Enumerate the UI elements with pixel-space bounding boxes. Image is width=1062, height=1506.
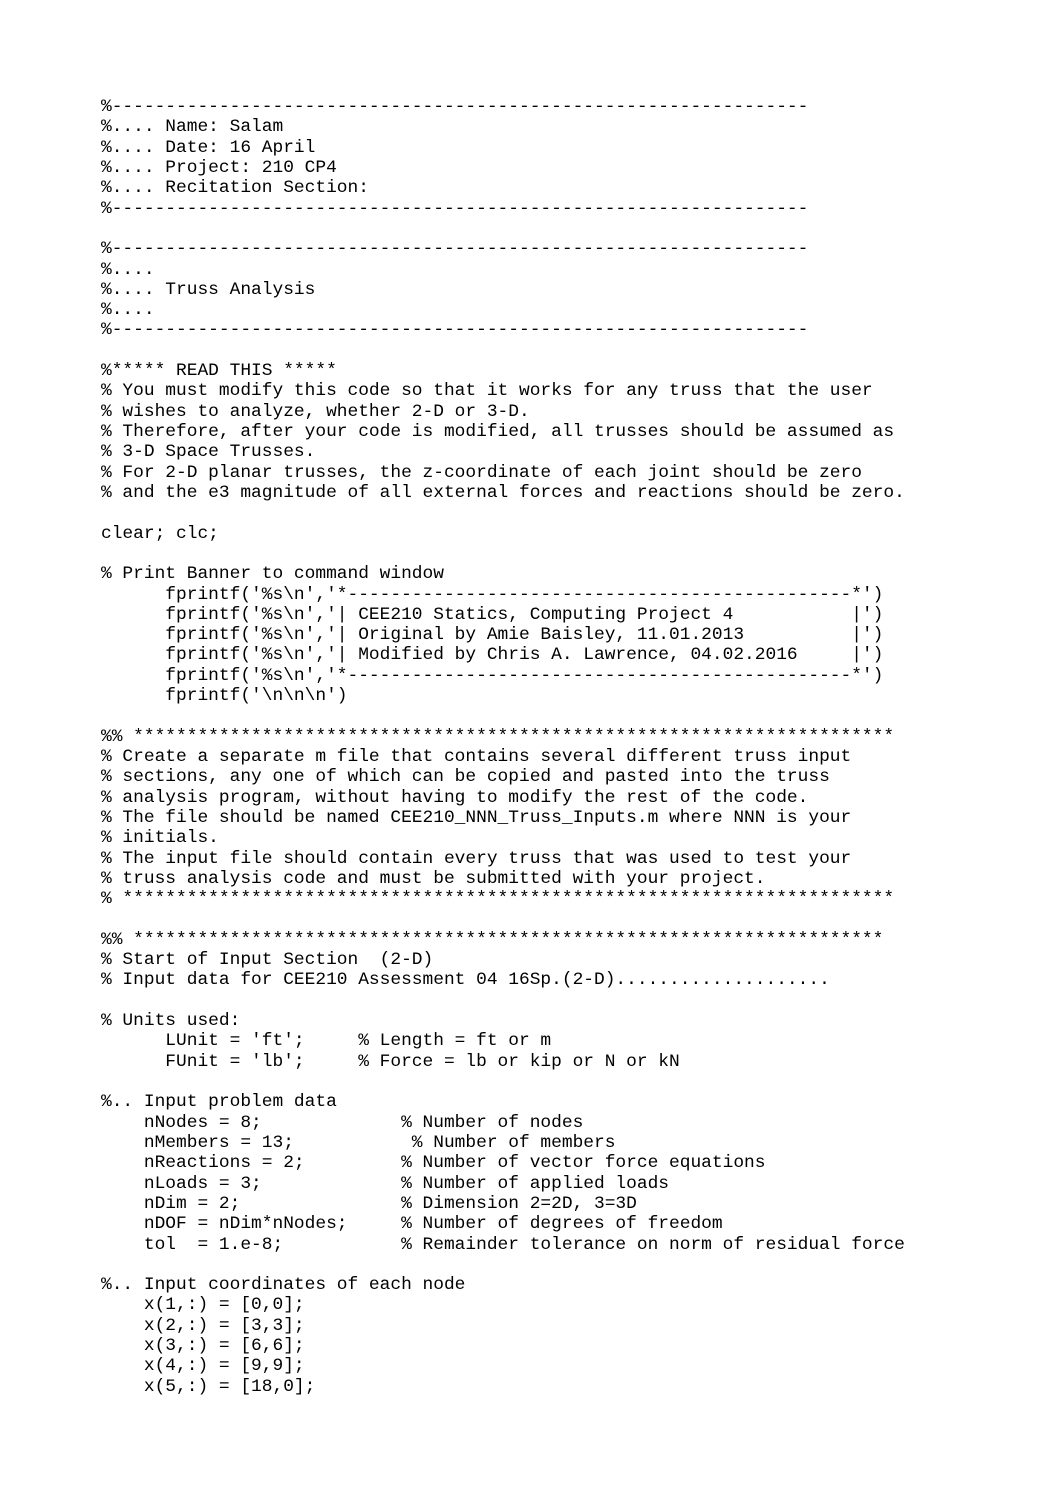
title-spacer-top: %.... (101, 259, 155, 280)
read-this-line: % You must modify this code so that it w… (101, 381, 873, 402)
instructions-line: % truss analysis code and must be submit… (101, 868, 766, 889)
header-project-line: %.... Project: 210 CP4 (101, 157, 337, 178)
problem-data-members: nMembers = 13; % Number of members (101, 1132, 616, 1153)
coordinate-line: x(5,:) = [18,0]; (101, 1376, 316, 1397)
problem-data-dof: nDOF = nDim*nNodes; % Number of degrees … (101, 1214, 723, 1235)
problem-data-tol: tol = 1.e-8; % Remainder tolerance on no… (101, 1234, 905, 1255)
title-rule-top: %---------------------------------------… (101, 239, 809, 260)
banner-fprintf-line: fprintf('%s\n','*-----------------------… (101, 665, 884, 686)
units-length-line: LUnit = 'ft'; % Length = ft or m (101, 1031, 552, 1052)
clear-command-line: clear; clc; (101, 523, 219, 544)
instructions-rule-bottom: % **************************************… (101, 889, 895, 910)
read-this-line: % For 2-D planar trusses, the z-coordina… (101, 462, 862, 483)
input-section-start-line: % Start of Input Section (2-D) (101, 950, 434, 971)
title-line: %.... Truss Analysis (101, 279, 316, 300)
read-this-line: % wishes to analyze, whether 2-D or 3-D. (101, 401, 530, 422)
title-spacer-bottom: %.... (101, 300, 155, 321)
read-this-line: % 3-D Space Trusses. (101, 442, 316, 463)
coordinates-comment: %.. Input coordinates of each node (101, 1275, 466, 1296)
instructions-line: % initials. (101, 828, 219, 849)
banner-fprintf-line: fprintf('%s\n','| Modified by Chris A. L… (101, 645, 884, 666)
read-this-heading: %***** READ THIS ***** (101, 361, 337, 382)
header-name-line: %.... Name: Salam (101, 117, 284, 138)
units-force-line: FUnit = 'lb'; % Force = lb or kip or N o… (101, 1051, 680, 1072)
instructions-line: % Create a separate m file that contains… (101, 747, 852, 767)
problem-data-loads: nLoads = 3; % Number of applied loads (101, 1173, 670, 1194)
read-this-line: % and the e3 magnitude of all external f… (101, 482, 905, 503)
read-this-line: % Therefore, after your code is modified… (101, 422, 895, 442)
instructions-line: % analysis program, without having to mo… (101, 787, 809, 808)
header-rule-top: %---------------------------------------… (101, 97, 809, 117)
banner-fprintf-line: fprintf('%s\n','*-----------------------… (101, 584, 884, 605)
header-recitation-line: %.... Recitation Section: (101, 178, 369, 199)
instructions-line: % sections, any one of which can be copi… (101, 767, 830, 788)
banner-fprintf-line: fprintf('%s\n','| CEE210 Statics, Comput… (101, 604, 884, 625)
header-date-line: %.... Date: 16 April (101, 137, 316, 158)
units-comment: % Units used: (101, 1011, 241, 1032)
input-section-data-line: % Input data for CEE210 Assessment 04 16… (101, 970, 830, 991)
coordinate-line: x(4,:) = [9,9]; (101, 1356, 305, 1377)
coordinate-line: x(2,:) = [3,3]; (101, 1315, 305, 1336)
banner-comment: % Print Banner to command window (101, 564, 444, 585)
banner-fprintf-line: fprintf('\n\n\n') (101, 686, 348, 707)
header-rule-bottom: %---------------------------------------… (101, 198, 809, 219)
instructions-rule-top: %% *************************************… (101, 726, 895, 747)
problem-data-nodes: nNodes = 8; % Number of nodes (101, 1112, 584, 1133)
coordinate-line: x(1,:) = [0,0]; (101, 1295, 305, 1316)
input-section-rule: %% *************************************… (101, 929, 884, 950)
code-document: %---------------------------------------… (101, 97, 1001, 1397)
problem-data-reactions: nReactions = 2; % Number of vector force… (101, 1153, 766, 1174)
problem-data-dim: nDim = 2; % Dimension 2=2D, 3=3D (101, 1193, 637, 1214)
instructions-line: % The input file should contain every tr… (101, 848, 852, 869)
problem-data-comment: %.. Input problem data (101, 1092, 337, 1113)
coordinate-line: x(3,:) = [6,6]; (101, 1336, 305, 1357)
title-rule-bottom: %---------------------------------------… (101, 320, 809, 341)
instructions-line: % The file should be named CEE210_NNN_Tr… (101, 807, 852, 828)
banner-fprintf-line: fprintf('%s\n','| Original by Amie Baisl… (101, 625, 884, 646)
